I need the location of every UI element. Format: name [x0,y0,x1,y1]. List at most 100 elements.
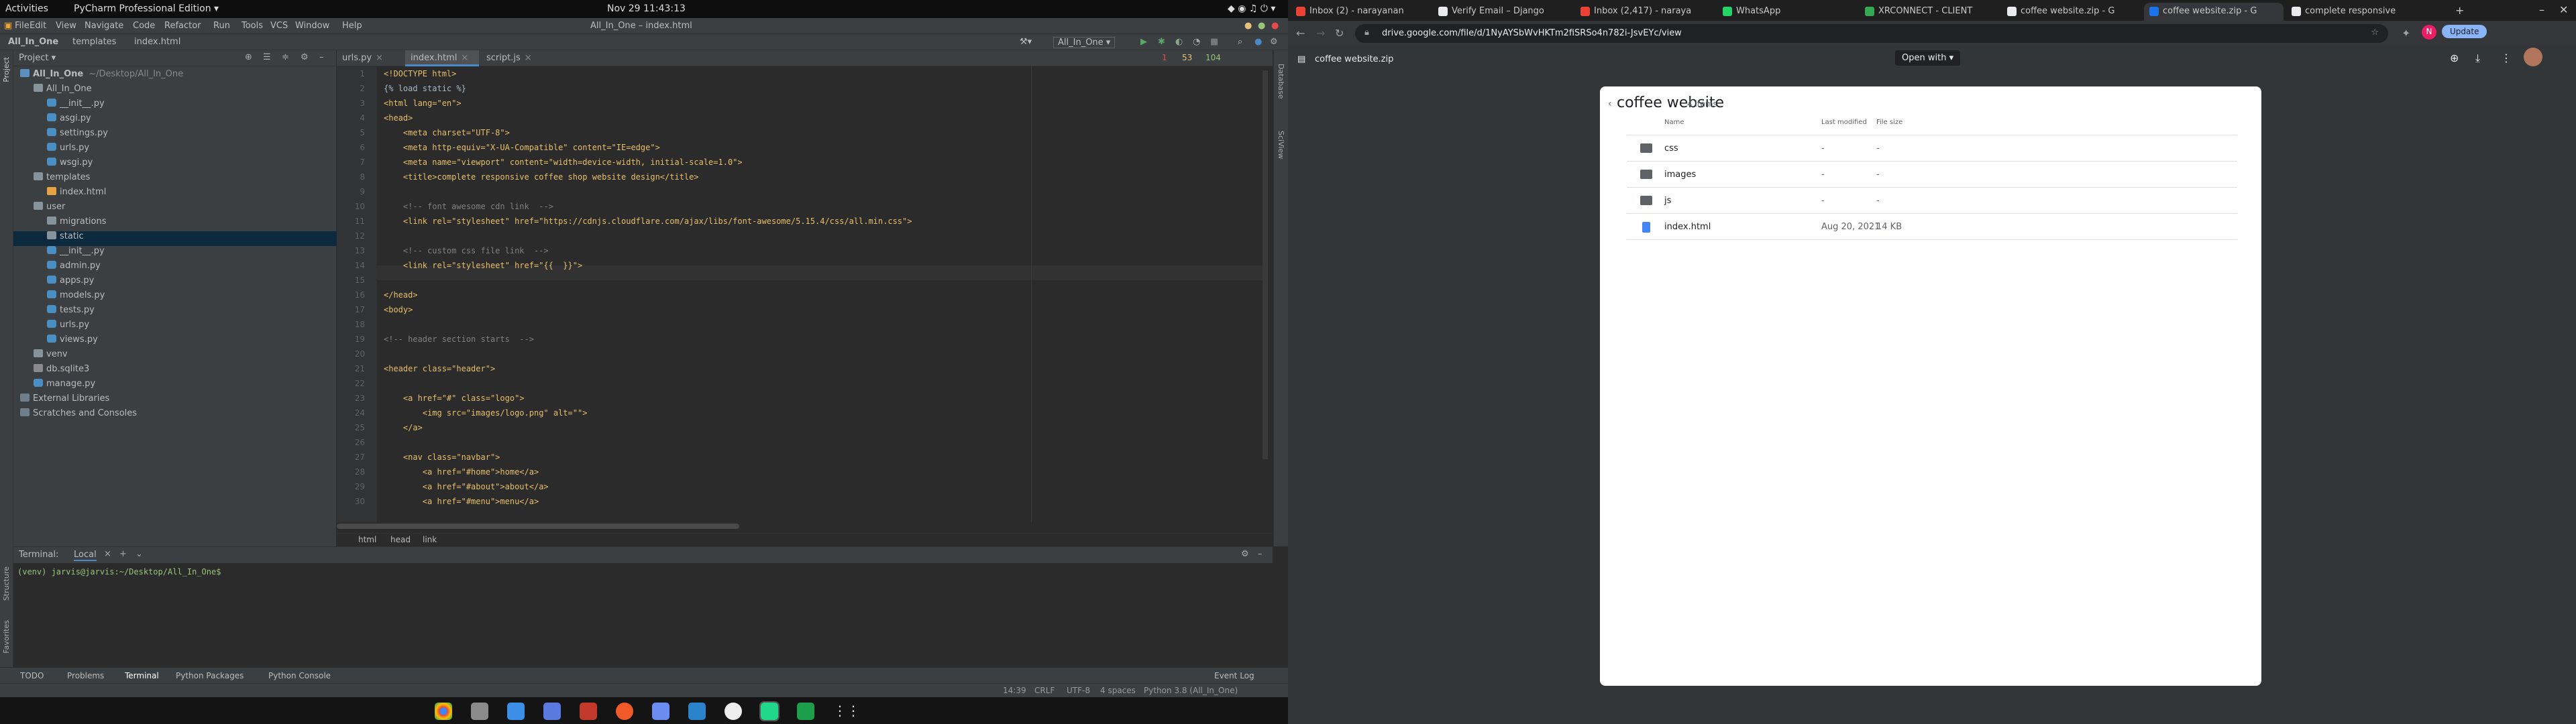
caret-position[interactable]: 14:39 [1003,686,1026,695]
run-icon[interactable]: ▶ [1140,37,1147,47]
bookmark-star-icon[interactable]: ☆ [2371,27,2379,38]
run-config-select[interactable]: All_In_One ▾ [1053,37,1116,48]
files-dock-icon[interactable] [471,703,488,720]
close-tab-icon[interactable]: × [104,549,111,559]
tool-button-problems[interactable]: Problems [67,671,104,680]
terminal-tab-local[interactable]: Local [74,550,97,561]
vscode-dock-icon[interactable] [688,703,706,720]
maximize-icon[interactable]: ● [1258,21,1265,31]
code-line[interactable]: </head> [384,288,418,302]
crumb-link[interactable]: link [423,535,437,544]
settings-icon[interactable]: ⚙ [1270,37,1278,47]
tree-item[interactable]: __init__.py [13,246,337,261]
tool-button-python-packages[interactable]: Python Packages [176,671,244,680]
tree-item[interactable]: venv [13,349,337,364]
menu-help[interactable]: Help [342,21,362,31]
extensions-icon[interactable]: ✦ [2402,27,2410,40]
crumb-html[interactable]: html [358,535,376,544]
activities-button[interactable]: Activities [5,3,48,14]
tree-item[interactable]: settings.py [13,128,337,143]
tree-item[interactable]: All_In_One ~/Desktop/All_In_One [13,69,337,84]
gear-icon[interactable]: ⚙ [301,52,309,62]
menu-run[interactable]: Run [213,21,230,31]
code-line[interactable]: <link rel="stylesheet" href="https://cdn… [384,214,912,229]
writer-dock-icon[interactable] [507,703,525,720]
zip-entry-row[interactable]: images - - [1627,162,2237,188]
minimize-icon[interactable]: ● [1244,21,1252,31]
tree-item[interactable]: models.py [13,290,337,305]
code-line[interactable]: <header class="header"> [384,361,495,376]
browser-tab[interactable]: WhatsApp [1717,3,1857,21]
tool-button-python-console[interactable]: Python Console [268,671,331,680]
code-line[interactable]: </a> [384,420,423,435]
code-line[interactable]: <meta charset="UTF-8"> [384,125,510,140]
locate-icon[interactable]: ⊕ [245,52,252,62]
tree-item[interactable]: __init__.py [13,99,337,113]
code-line[interactable]: <a href="#" class="logo"> [384,391,525,406]
editor-tab[interactable]: index.html × [405,50,479,66]
tab-close-icon[interactable]: × [525,53,532,63]
code-line[interactable]: {% load static %} [384,81,466,96]
new-tab-icon[interactable]: + [119,549,127,559]
code-editor[interactable]: <!DOCTYPE html> {% load static %} <html la… [384,66,1256,522]
code-line[interactable]: <img src="images/logo.png" alt=""> [384,406,588,420]
code-line[interactable]: <!-- font awesome cdn link --> [384,199,553,214]
collapse-all-icon[interactable]: ☰ [263,52,271,62]
chrome-close-icon[interactable]: ✕ [2559,3,2568,16]
code-line[interactable]: <html lang="en"> [384,96,462,111]
expand-icon[interactable]: ≑ [282,52,289,62]
indent[interactable]: 4 spaces [1100,686,1136,695]
tree-item[interactable]: wsgi.py [13,158,337,172]
tab-close-icon[interactable]: × [461,53,468,63]
app-menu[interactable]: PyCharm Professional Edition ▾ [74,3,219,14]
tree-item[interactable]: tests.py [13,305,337,320]
interpreter[interactable]: Python 3.8 (All_In_One) [1144,686,1238,695]
address-bar[interactable]: 🔒︎ drive.google.com/file/d/1NyAYSbWvHKTm… [1355,24,2388,43]
project-panel-title[interactable]: Project ▾ [19,53,56,63]
breadcrumb-file[interactable]: index.html [134,37,180,47]
sciview-tool-tab[interactable]: SciView [1277,131,1285,159]
back-icon[interactable]: ← [1296,27,1305,40]
menu-vcs[interactable]: VCS [270,21,288,31]
code-line[interactable]: <!-- custom css file link --> [384,243,549,258]
reload-icon[interactable]: ↻ [1335,27,1344,40]
new-tab-icon[interactable]: + [2455,4,2464,17]
update-button[interactable]: Update [2442,25,2487,38]
open-with-button[interactable]: Open with ▾ [1895,50,1961,66]
code-line[interactable]: <a href="#menu">menu</a> [384,494,539,509]
tree-item[interactable]: urls.py [13,143,337,158]
code-line[interactable]: <nav class="navbar"> [384,450,500,465]
project-tool-tab[interactable]: Project [2,57,11,82]
more-icon[interactable]: ⌄ [136,549,143,559]
menu-code[interactable]: Code [133,21,155,31]
code-line[interactable]: <meta name="viewport" content="width=dev… [384,155,743,170]
weak-warning-count[interactable]: 104 [1205,53,1221,62]
menu-view[interactable]: View [56,21,76,31]
encoding[interactable]: UTF-8 [1067,686,1090,695]
code-line[interactable]: <link rel="stylesheet" href="{{ }}"> [384,258,582,273]
browser-tab[interactable]: XRCONNECT - CLIENT [1860,3,1999,21]
code-line[interactable]: <!DOCTYPE html> [384,66,456,81]
terminal-hide-icon[interactable]: – [1258,549,1263,559]
tree-item[interactable]: index.html [13,187,337,202]
app-dock-icon[interactable] [543,703,561,720]
tree-item[interactable]: db.sqlite3 [13,364,337,379]
terminal-gear-icon[interactable]: ⚙ [1241,549,1249,559]
tree-item[interactable]: migrations [13,217,337,231]
editor-tab[interactable]: script.js × [481,50,555,66]
close-icon[interactable]: ● [1271,21,1279,31]
code-line[interactable]: <!-- header section starts --> [384,332,534,347]
app-grid-icon[interactable]: ⋮⋮ [833,703,860,720]
code-line[interactable]: <head> [384,111,413,125]
more-options-icon[interactable]: ⋮ [2501,52,2512,64]
hide-icon[interactable]: – [319,52,324,62]
code-line[interactable]: <a href="#home">home</a> [384,465,539,479]
tool-button-todo[interactable]: TODO [20,671,44,680]
structure-tool-tab[interactable]: Structure [2,566,11,601]
coverage-icon[interactable]: ◐ [1175,37,1183,47]
tree-item[interactable]: All_In_One [13,84,337,99]
event-log-button[interactable]: Event Log [1214,671,1254,680]
zip-entry-row[interactable]: index.html Aug 20, 2021 14 KB [1627,214,2237,240]
app2-dock-icon[interactable] [652,703,669,720]
app3-dock-icon[interactable] [724,703,742,720]
